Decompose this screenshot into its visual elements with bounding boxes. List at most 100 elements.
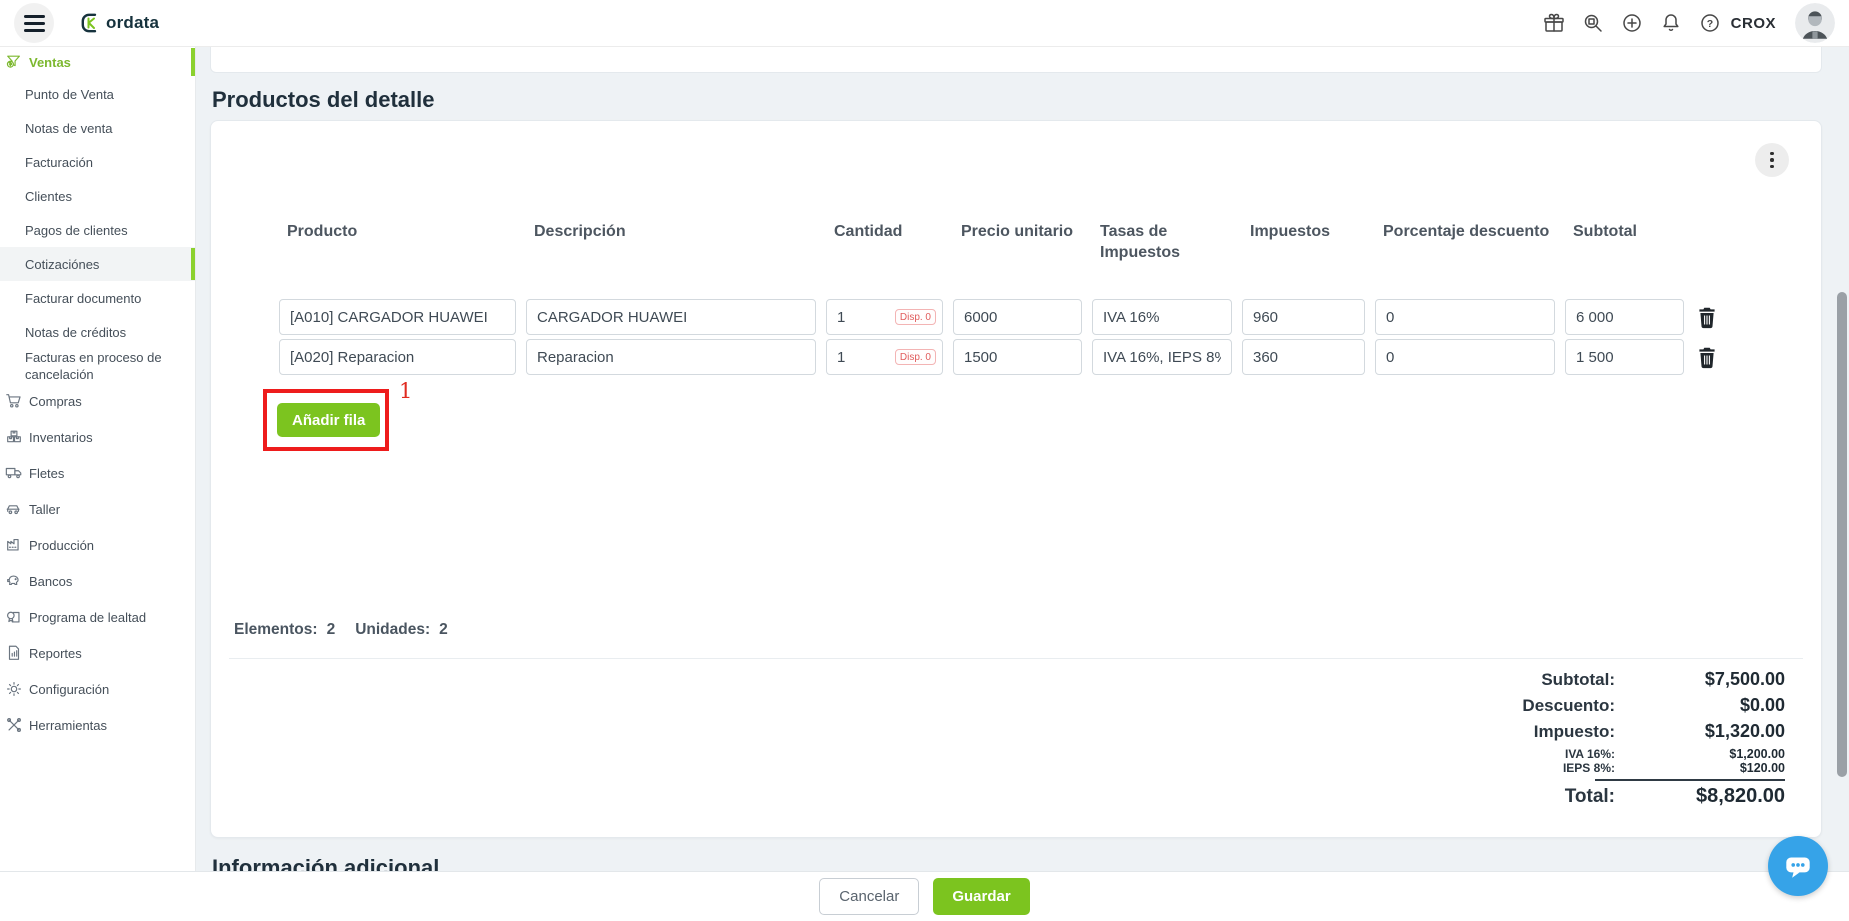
- sidebar-item-pagos-de-clientes[interactable]: Pagos de clientes: [0, 213, 195, 247]
- gift-icon[interactable]: [1542, 11, 1566, 35]
- sidebar-item-taller[interactable]: Taller: [0, 491, 195, 527]
- table-header-row: ProductoDescripciónCantidadPrecio unitar…: [279, 221, 1801, 263]
- quantity-input[interactable]: [827, 309, 872, 326]
- units-label: Unidades:: [355, 621, 430, 638]
- taxes-input[interactable]: [1242, 299, 1365, 335]
- tax-rates-input[interactable]: [1092, 299, 1232, 335]
- sidebar-item-label: Programa de lealtad: [29, 610, 146, 625]
- table-row: Disp. 0: [279, 339, 1801, 375]
- help-icon[interactable]: ?: [1698, 11, 1722, 35]
- sidebar-item-facturacion[interactable]: Facturación: [0, 145, 195, 179]
- page-title: Productos del detalle: [212, 87, 435, 113]
- sidebar-item-inventarios[interactable]: Inventarios: [0, 419, 195, 455]
- column-header-descripcion: Descripción: [526, 221, 816, 242]
- column-header-subtotal: Subtotal: [1565, 221, 1684, 242]
- add-circle-icon[interactable]: [1620, 11, 1644, 35]
- vertical-scrollbar[interactable]: [1837, 292, 1847, 777]
- discount-percent-input[interactable]: [1375, 339, 1555, 375]
- sidebar-item-reportes[interactable]: Reportes: [0, 635, 195, 671]
- sidebar-item-facturar-documento[interactable]: Facturar documento: [0, 281, 195, 315]
- user-avatar[interactable]: [1795, 3, 1835, 43]
- subtotal-input[interactable]: [1565, 339, 1684, 375]
- sidebar-item-clientes[interactable]: Clientes: [0, 179, 195, 213]
- totals-value: $1,320.00: [1615, 721, 1785, 742]
- sidebar-item-label: Bancos: [29, 574, 72, 589]
- topbar-actions: ? CROX: [1542, 3, 1835, 43]
- report-icon: [4, 643, 24, 663]
- sidebar-item-programa-de-lealtad[interactable]: Programa de lealtad: [0, 599, 195, 635]
- products-table: ProductoDescripciónCantidadPrecio unitar…: [279, 221, 1801, 375]
- loyalty-icon: [4, 607, 24, 627]
- unit-price-input[interactable]: [953, 299, 1082, 335]
- previous-section-card-edge: [210, 47, 1822, 73]
- sidebar-item-bancos[interactable]: Bancos: [0, 563, 195, 599]
- discount-percent-input[interactable]: [1375, 299, 1555, 335]
- truck-icon: [4, 463, 24, 483]
- products-detail-card: ProductoDescripciónCantidadPrecio unitar…: [210, 120, 1822, 838]
- sidebar-item-label: Compras: [29, 394, 82, 409]
- product-input[interactable]: [279, 339, 516, 375]
- sidebar-item-label: Herramientas: [29, 718, 107, 733]
- description-input[interactable]: [526, 339, 816, 375]
- totals-label: Descuento:: [1522, 696, 1615, 716]
- column-header-tasas-de-impuestos: Tasas de Impuestos: [1092, 221, 1232, 263]
- unit-price-input[interactable]: [953, 339, 1082, 375]
- sidebar-item-configuracion[interactable]: Configuración: [0, 671, 195, 707]
- sidebar-item-cotizaciones[interactable]: Cotizaciónes: [0, 247, 195, 281]
- save-button[interactable]: Guardar: [933, 878, 1029, 915]
- taxes-input[interactable]: [1242, 339, 1365, 375]
- description-input[interactable]: [526, 299, 816, 335]
- tax-rates-input[interactable]: [1092, 339, 1232, 375]
- totals-label: Subtotal:: [1541, 670, 1615, 690]
- more-options-icon[interactable]: [1755, 143, 1789, 177]
- product-input[interactable]: [279, 299, 516, 335]
- available-stock-badge: Disp. 0: [895, 309, 936, 325]
- totals-label: IEPS 8%:: [1563, 761, 1615, 775]
- units-value: 2: [439, 621, 448, 638]
- totals-value: $7,500.00: [1615, 669, 1785, 690]
- column-header-producto: Producto: [279, 221, 516, 242]
- totals-row-iva-16: IVA 16%:$1,200.00: [1365, 747, 1785, 761]
- cancel-button[interactable]: Cancelar: [819, 878, 919, 915]
- totals-label: IVA 16%:: [1565, 747, 1615, 761]
- totals-label: Total:: [1565, 786, 1615, 808]
- delete-row-icon[interactable]: [1694, 343, 1720, 371]
- total-rule: [1595, 779, 1785, 781]
- funnel-dollar-icon: [4, 52, 24, 72]
- sidebar-item-ventas[interactable]: Ventas: [0, 47, 195, 77]
- add-row-button[interactable]: Añadir fila: [277, 403, 380, 437]
- current-user-label: CROX: [1731, 15, 1776, 32]
- sidebar-item-label: Ventas: [29, 55, 71, 70]
- items-counter: Elementos:2Unidades:2: [234, 621, 448, 639]
- sidebar-item-punto-de-venta[interactable]: Punto de Venta: [0, 77, 195, 111]
- sidebar-item-produccion[interactable]: Producción: [0, 527, 195, 563]
- brand-logo[interactable]: ordata: [80, 12, 159, 34]
- cart-icon: [4, 391, 24, 411]
- piggy-bank-icon: [4, 571, 24, 591]
- menu-toggle-button[interactable]: [14, 3, 54, 43]
- quantity-input[interactable]: [827, 349, 872, 366]
- chat-bubble-icon[interactable]: [1768, 836, 1828, 896]
- topbar: ordata ? CROX: [0, 0, 1849, 47]
- totals-value: $0.00: [1615, 695, 1785, 716]
- sidebar-item-notas-de-creditos[interactable]: Notas de créditos: [0, 315, 195, 349]
- column-header-cantidad: Cantidad: [826, 221, 943, 242]
- sidebar-item-fletes[interactable]: Fletes: [0, 455, 195, 491]
- available-stock-badge: Disp. 0: [895, 349, 936, 365]
- sidebar-item-notas-de-venta[interactable]: Notas de venta: [0, 111, 195, 145]
- sidebar-item-facturas-en-proceso-de-cancelacion[interactable]: Facturas en proceso de cancelación: [0, 349, 195, 383]
- car-icon: [4, 499, 24, 519]
- sidebar-item-label: Inventarios: [29, 430, 93, 445]
- sidebar-item-compras[interactable]: Compras: [0, 383, 195, 419]
- boxes-icon: [4, 427, 24, 447]
- sidebar-item-herramientas[interactable]: Herramientas: [0, 707, 195, 743]
- subtotal-input[interactable]: [1565, 299, 1684, 335]
- table-row: Disp. 0: [279, 299, 1801, 335]
- totals-value: $120.00: [1615, 761, 1785, 775]
- footer-action-bar: Cancelar Guardar: [0, 871, 1849, 921]
- notifications-icon[interactable]: [1659, 11, 1683, 35]
- sidebar-item-label: Configuración: [29, 682, 109, 697]
- search-document-icon[interactable]: [1581, 11, 1605, 35]
- delete-row-icon[interactable]: [1694, 303, 1720, 331]
- brand-name: ordata: [106, 13, 159, 33]
